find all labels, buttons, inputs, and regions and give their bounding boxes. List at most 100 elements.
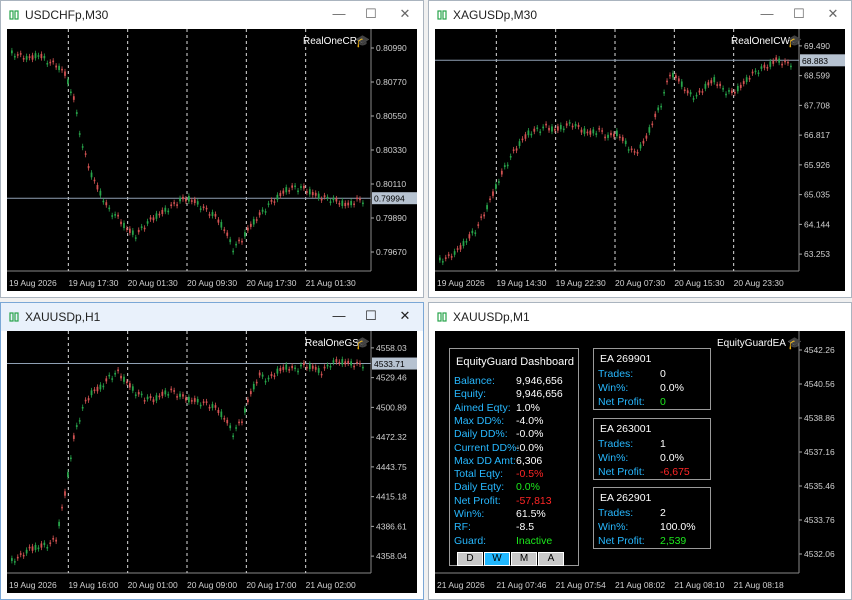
minimize-button[interactable]: — — [331, 308, 347, 324]
trades-label: Trades: — [598, 368, 634, 380]
candle-body — [725, 93, 727, 96]
candle-body — [329, 365, 332, 368]
window-titlebar[interactable]: XAUUSDp,M1 — [429, 303, 851, 331]
candle-body — [226, 232, 229, 236]
time-tick-label: 21 Aug 08:02 — [615, 580, 665, 590]
candle-body — [140, 226, 143, 228]
candle-body — [105, 378, 108, 382]
price-tick-label: 0.80770 — [376, 77, 407, 87]
profit-value: -6,675 — [660, 466, 690, 478]
maximize-button[interactable]: ☐ — [791, 6, 807, 22]
window-titlebar[interactable]: XAUUSDp,H1 — ☐ ✕ — [1, 303, 423, 331]
minimize-button[interactable]: — — [759, 6, 775, 22]
price-chart[interactable]: 0.80990 0.80770 0.80550 0.80330 0.80110 0.798… — [7, 29, 417, 291]
candle-body — [249, 223, 252, 227]
candle-body — [223, 418, 226, 420]
candle-body — [492, 191, 494, 196]
chart-window-usdchf[interactable]: USDCHFp,M30 — ☐ ✕ 0.80990 0.80770 0.80550 0… — [0, 0, 424, 298]
candle-body — [571, 125, 574, 128]
candle-body — [16, 54, 19, 56]
candle-body — [193, 199, 196, 204]
profit-value: 2,539 — [660, 535, 687, 547]
candle-body — [323, 195, 326, 197]
candle-body — [123, 222, 125, 229]
dashboard-row-value: 61.5% — [516, 508, 546, 520]
candle-body — [182, 394, 184, 397]
price-chart[interactable]: 69.490 68.599 67.708 66.817 65.926 65.035 64.1… — [435, 29, 845, 291]
candle-body — [592, 129, 595, 134]
win-label: Win%: — [598, 382, 629, 394]
mortarboard-icon: 🎓 — [355, 34, 370, 48]
mortarboard-icon: 🎓 — [787, 336, 802, 350]
price-chart[interactable]: 4558.03 4529.46 4500.89 4472.32 4443.75 4415.… — [7, 331, 417, 593]
timeframe-button-a[interactable]: A — [538, 552, 564, 566]
candle-body — [108, 207, 111, 210]
dashboard-row-label: Balance: — [454, 375, 495, 387]
current-price-label: 4533.71 — [374, 359, 405, 369]
candle-body — [539, 131, 542, 133]
candle-body — [252, 219, 255, 225]
candle-body — [335, 198, 338, 202]
candle-body — [55, 539, 58, 542]
candle-body — [323, 366, 326, 369]
timeframe-button-m[interactable]: M — [511, 552, 537, 566]
ea-panel-title: EA 263001 — [600, 423, 652, 435]
trades-value: 1 — [660, 438, 666, 450]
candle-body — [317, 193, 320, 199]
candle-body — [787, 61, 789, 64]
candle-body — [217, 219, 220, 223]
time-tick-label: 21 Aug 02:00 — [306, 580, 356, 590]
candle-body — [654, 113, 657, 118]
candle-body — [311, 192, 314, 196]
price-chart[interactable]: 4542.26 4540.56 4538.86 4537.16 4535.46 4533.… — [435, 331, 845, 593]
candle-body — [344, 361, 347, 365]
maximize-button[interactable]: ☐ — [363, 6, 379, 22]
candle-body — [666, 80, 668, 83]
price-tick-label: 4532.06 — [804, 549, 835, 559]
candle-body — [261, 209, 264, 212]
chart-window-xauusd-m1[interactable]: XAUUSDp,M1 4542.26 4540.56 4538.86 4537.16 4… — [428, 302, 852, 600]
candle-body — [137, 392, 140, 395]
candle-body — [202, 206, 205, 209]
candle-body — [229, 239, 232, 243]
timeframe-button-d[interactable]: D — [457, 552, 483, 566]
candle-body — [495, 184, 497, 189]
candle-body — [613, 133, 615, 137]
candle-body — [232, 435, 235, 438]
close-button[interactable]: ✕ — [397, 6, 413, 22]
close-button[interactable]: ✕ — [825, 6, 841, 22]
candle-body — [61, 68, 63, 71]
candle-body — [270, 199, 273, 202]
window-title: USDCHFp,M30 — [25, 8, 109, 22]
candle-body — [114, 372, 117, 375]
candle-body — [306, 191, 308, 193]
price-tick-label: 4529.46 — [376, 373, 407, 383]
candle-body — [196, 398, 199, 403]
candle-body — [533, 128, 536, 132]
dashboard-row-value: 9,946,656 — [516, 375, 563, 387]
chart-window-xauusd-h1[interactable]: XAUUSDp,H1 — ☐ ✕ 4558.03 4529.46 4500.89 44… — [0, 302, 424, 600]
candlestick-icon — [437, 10, 447, 20]
candle-body — [282, 366, 285, 370]
candle-body — [285, 187, 288, 193]
candle-body — [208, 214, 211, 216]
minimize-button[interactable]: — — [331, 6, 347, 22]
chart-window-xagusd[interactable]: XAGUSDp,M30 — ☐ ✕ 69.490 68.599 67.708 66.8… — [428, 0, 852, 298]
candle-body — [739, 84, 742, 88]
time-tick-label: 20 Aug 07:30 — [615, 278, 665, 288]
window-titlebar[interactable]: USDCHFp,M30 — ☐ ✕ — [1, 1, 423, 29]
candle-body — [790, 65, 792, 68]
candle-body — [67, 472, 69, 478]
close-button[interactable]: ✕ — [397, 308, 413, 324]
candle-body — [72, 96, 75, 100]
window-titlebar[interactable]: XAGUSDp,M30 — ☐ ✕ — [429, 1, 851, 29]
timeframe-button-w[interactable]: W — [484, 552, 510, 566]
candle-body — [734, 91, 736, 94]
candle-body — [61, 506, 63, 509]
maximize-button[interactable]: ☐ — [363, 308, 379, 324]
time-tick-label: 20 Aug 09:00 — [187, 580, 237, 590]
time-tick-label: 19 Aug 22:30 — [556, 278, 606, 288]
candle-body — [347, 202, 350, 206]
candle-body — [559, 124, 562, 130]
candle-body — [719, 83, 722, 87]
